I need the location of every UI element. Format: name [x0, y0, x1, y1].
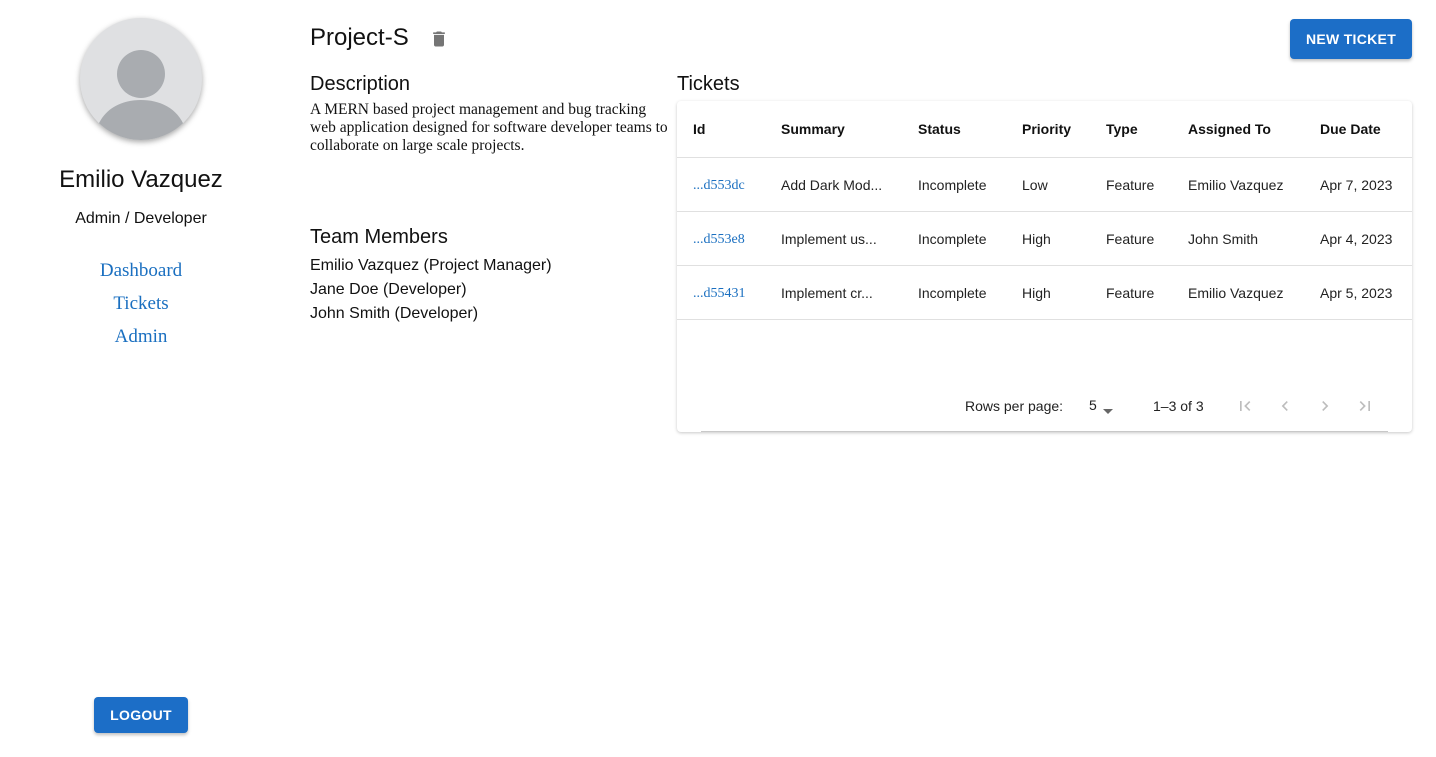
ticket-type: Feature [1090, 157, 1172, 212]
trash-icon[interactable] [429, 29, 449, 54]
ticket-summary: Add Dark Mod... [765, 157, 902, 212]
team-member: Jane Doe (Developer) [310, 281, 467, 298]
logout-button[interactable]: LOGOUT [94, 697, 188, 733]
column-header-assigned-to[interactable]: Assigned To [1172, 101, 1304, 158]
ticket-priority: High [1006, 211, 1090, 266]
ticket-due-date: Apr 4, 2023 [1304, 211, 1412, 266]
ticket-assigned-to: Emilio Vazquez [1172, 157, 1304, 212]
team-members-list: Emilio Vazquez (Project Manager) Jane Do… [310, 256, 552, 328]
project-title: Project-S [310, 24, 409, 51]
user-name: Emilio Vazquez [59, 166, 223, 193]
ticket-priority: High [1006, 265, 1090, 320]
rows-per-page-label: Rows per page: [965, 398, 1064, 414]
ticket-summary: Implement cr... [765, 265, 902, 320]
previous-page-icon[interactable] [1275, 396, 1295, 416]
ticket-status: Incomplete [902, 265, 1006, 320]
tickets-table-panel: Id Summary Status Priority Type Assigned… [677, 101, 1412, 432]
table-row[interactable]: ...d55431 Implement cr... Incomplete Hig… [677, 265, 1412, 320]
column-header-id[interactable]: Id [677, 101, 765, 158]
ticket-priority: Low [1006, 157, 1090, 212]
sidebar: Emilio Vazquez Admin / Developer Dashboa… [0, 0, 282, 757]
horizontal-scrollbar[interactable] [701, 431, 1388, 432]
nav-link-dashboard[interactable]: Dashboard [0, 258, 282, 291]
ticket-assigned-to: John Smith [1172, 211, 1304, 266]
column-header-summary[interactable]: Summary [765, 101, 902, 158]
ticket-due-date: Apr 7, 2023 [1304, 157, 1412, 212]
team-member: Emilio Vazquez (Project Manager) [310, 257, 552, 274]
ticket-status: Incomplete [902, 157, 1006, 212]
avatar [80, 18, 202, 140]
caret-down-icon[interactable] [1103, 402, 1113, 418]
column-header-status[interactable]: Status [902, 101, 1006, 158]
new-ticket-button[interactable]: NEW TICKET [1290, 19, 1412, 59]
ticket-id-link[interactable]: ...d553dc [693, 178, 745, 193]
ticket-id-link[interactable]: ...d553e8 [693, 232, 745, 247]
team-member: John Smith (Developer) [310, 305, 479, 322]
table-row[interactable]: ...d553e8 Implement us... Incomplete Hig… [677, 211, 1412, 266]
table-pagination: Rows per page: 5 1–3 of 3 [677, 389, 1412, 421]
ticket-due-date: Apr 5, 2023 [1304, 265, 1412, 320]
nav-link-admin[interactable]: Admin [0, 324, 282, 357]
ticket-id-cell: ...d55431 [677, 265, 765, 320]
table-header-row: Id Summary Status Priority Type Assigned… [677, 101, 1412, 158]
user-role: Admin / Developer [75, 210, 207, 227]
description-heading: Description [310, 73, 411, 95]
team-members-heading: Team Members [310, 226, 448, 248]
column-header-type[interactable]: Type [1090, 101, 1172, 158]
table-row[interactable]: ...d553dc Add Dark Mod... Incomplete Low… [677, 157, 1412, 212]
ticket-id-link[interactable]: ...d55431 [693, 286, 746, 301]
last-page-icon[interactable] [1355, 396, 1375, 416]
pagination-range: 1–3 of 3 [1153, 398, 1204, 414]
ticket-status: Incomplete [902, 211, 1006, 266]
tickets-table: Id Summary Status Priority Type Assigned… [677, 101, 1412, 320]
ticket-summary: Implement us... [765, 211, 902, 266]
rows-per-page-select[interactable]: 5 [1089, 397, 1097, 413]
column-header-due-date[interactable]: Due Date [1304, 101, 1412, 158]
ticket-type: Feature [1090, 265, 1172, 320]
first-page-icon[interactable] [1235, 396, 1255, 416]
next-page-icon[interactable] [1315, 396, 1335, 416]
description-text: A MERN based project management and bug … [310, 101, 668, 154]
ticket-assigned-to: Emilio Vazquez [1172, 265, 1304, 320]
user-icon [94, 50, 188, 140]
app-root: Emilio Vazquez Admin / Developer Dashboa… [0, 0, 1436, 757]
ticket-id-cell: ...d553dc [677, 157, 765, 212]
ticket-id-cell: ...d553e8 [677, 211, 765, 266]
ticket-type: Feature [1090, 211, 1172, 266]
tickets-heading: Tickets [677, 73, 740, 95]
column-header-priority[interactable]: Priority [1006, 101, 1090, 158]
nav-link-tickets[interactable]: Tickets [0, 291, 282, 324]
sidebar-nav: Dashboard Tickets Admin [0, 258, 282, 357]
